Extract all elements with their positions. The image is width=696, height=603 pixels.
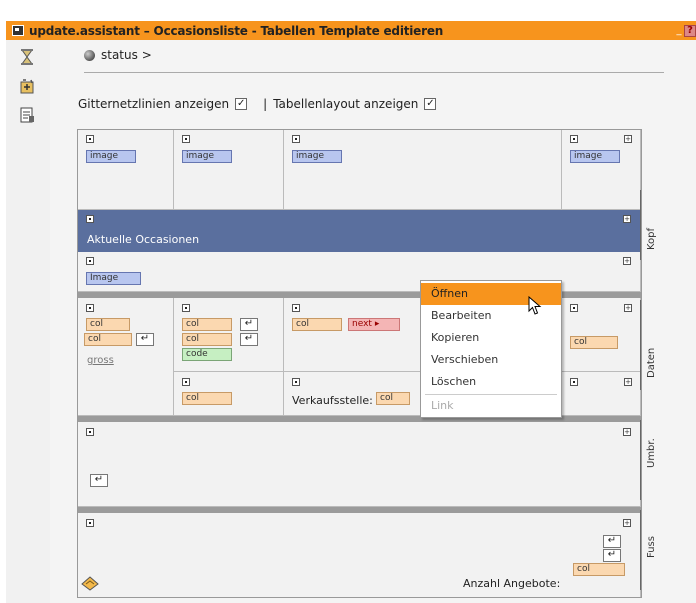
footer-row[interactable]: + ↵ ↵ Anzahl Angebote: col (78, 513, 641, 597)
return-button[interactable]: ↵ (240, 318, 258, 331)
next-tag[interactable]: next ▸ (348, 318, 400, 331)
cell-handle-icon[interactable] (86, 215, 94, 223)
col-tag[interactable]: col (292, 318, 342, 331)
data-cell[interactable]: col ↵ col ↵ code (174, 298, 284, 372)
sales-location-label: Verkaufsstelle: (292, 394, 373, 407)
col-tag[interactable]: col (573, 563, 625, 576)
cell-handle-icon[interactable] (86, 304, 94, 312)
left-toolbar (6, 40, 51, 603)
col-tag[interactable]: col (182, 392, 232, 405)
cell-handle-icon[interactable] (182, 378, 190, 386)
expand-icon[interactable]: + (624, 135, 632, 143)
section-marker (640, 190, 641, 260)
cell-handle-icon[interactable] (570, 304, 578, 312)
return-button[interactable]: ↵ (136, 333, 154, 346)
next-label: next (352, 319, 372, 329)
cell-handle-icon[interactable] (292, 378, 300, 386)
cell-handle-icon[interactable] (292, 135, 300, 143)
expand-icon[interactable]: + (623, 519, 631, 527)
minimize-button[interactable]: _ (674, 25, 684, 36)
edit-pencil-icon[interactable] (80, 575, 100, 591)
window-title: update.assistant – Occasionsliste - Tabe… (29, 23, 444, 38)
header-cell[interactable]: image (174, 130, 284, 210)
window-icon (12, 25, 24, 36)
col-tag[interactable]: col (182, 333, 232, 346)
expand-icon[interactable]: + (623, 428, 631, 436)
header-cell[interactable]: image (284, 130, 562, 210)
data-cell[interactable]: + col (562, 298, 641, 372)
hourglass-icon[interactable] (18, 48, 36, 66)
status-breadcrumb[interactable]: status > (84, 48, 152, 62)
status-label: status > (101, 48, 152, 62)
next-arrow-icon: ▸ (374, 319, 380, 329)
expand-icon[interactable]: + (624, 378, 632, 386)
cell-handle-icon[interactable] (86, 519, 94, 527)
col-tag[interactable]: col (182, 318, 232, 331)
cell-handle-icon[interactable] (570, 135, 578, 143)
cell-handle-icon[interactable] (570, 378, 578, 386)
title-bar: update.assistant – Occasionsliste - Tabe… (6, 21, 696, 40)
expand-icon[interactable]: + (623, 215, 631, 223)
section-marker (640, 510, 641, 590)
cell-handle-icon[interactable] (182, 135, 190, 143)
menu-item-loeschen[interactable]: Löschen (421, 371, 561, 393)
options-row: Gitternetzlinien anzeigen ✓ | Tabellenla… (78, 97, 440, 111)
col-tag[interactable]: col (570, 336, 618, 349)
editor-content: status > Gitternetzlinien anzeigen ✓ | T… (50, 40, 696, 603)
gross-link[interactable]: gross (87, 355, 114, 366)
data-cell[interactable]: col (174, 372, 284, 416)
cell-handle-icon[interactable] (86, 428, 94, 436)
return-button[interactable]: ↵ (90, 474, 108, 487)
new-item-icon[interactable] (18, 78, 36, 96)
table-layout-label: Tabellenlayout anzeigen (273, 97, 419, 111)
code-tag[interactable]: code (182, 348, 232, 361)
image-tag[interactable]: Image (86, 272, 141, 285)
image-tag[interactable]: image (86, 150, 136, 163)
grid-lines-label: Gitternetzlinien anzeigen (78, 97, 230, 111)
count-label: Anzahl Angebote: (463, 577, 561, 590)
col-tag[interactable]: col (376, 392, 410, 405)
table-layout-checkbox[interactable]: ✓ (424, 98, 437, 110)
data-cell[interactable]: + (562, 372, 641, 416)
cell-handle-icon[interactable] (86, 257, 94, 265)
break-row[interactable]: + ↵ (78, 422, 641, 507)
banner-title: Aktuelle Occasionen (87, 233, 200, 246)
section-kopf-label: Kopf (646, 227, 657, 250)
globe-icon (84, 49, 95, 61)
cell-handle-icon[interactable] (86, 135, 94, 143)
menu-item-verschieben[interactable]: Verschieben (421, 349, 561, 371)
header-cell[interactable]: + image (562, 130, 641, 210)
grid-lines-checkbox[interactable]: ✓ (235, 98, 248, 110)
image-tag[interactable]: image (182, 150, 232, 163)
col-tag[interactable]: col (86, 318, 130, 331)
data-cell[interactable]: col col ↵ gross (78, 298, 174, 416)
col-tag[interactable]: col (84, 333, 132, 346)
return-button[interactable]: ↵ (603, 549, 621, 562)
separator: | (263, 97, 268, 111)
section-fuss-label: Fuss (646, 536, 657, 558)
divider (84, 72, 664, 73)
return-button[interactable]: ↵ (603, 535, 621, 548)
header-cell[interactable]: image (78, 130, 174, 210)
section-marker (640, 420, 641, 500)
banner-row[interactable]: + Aktuelle Occasionen (78, 210, 641, 252)
section-marker (640, 300, 641, 390)
menu-item-link: Link (431, 399, 454, 412)
window: update.assistant – Occasionsliste - Tabe… (0, 0, 696, 603)
expand-icon[interactable]: + (623, 257, 631, 265)
section-daten-label: Daten (646, 347, 657, 378)
cell-handle-icon[interactable] (182, 304, 190, 312)
cell-handle-icon[interactable] (292, 304, 300, 312)
image-tag[interactable]: image (570, 150, 620, 163)
edit-document-icon[interactable] (18, 106, 36, 124)
expand-icon[interactable]: + (624, 304, 632, 312)
image-tag[interactable]: image (292, 150, 342, 163)
section-umbr-label: Umbr. (646, 438, 657, 468)
close-button[interactable]: ? (684, 24, 696, 37)
return-button[interactable]: ↵ (240, 333, 258, 346)
mouse-cursor-icon (528, 296, 542, 315)
menu-item-kopieren[interactable]: Kopieren (421, 327, 561, 349)
